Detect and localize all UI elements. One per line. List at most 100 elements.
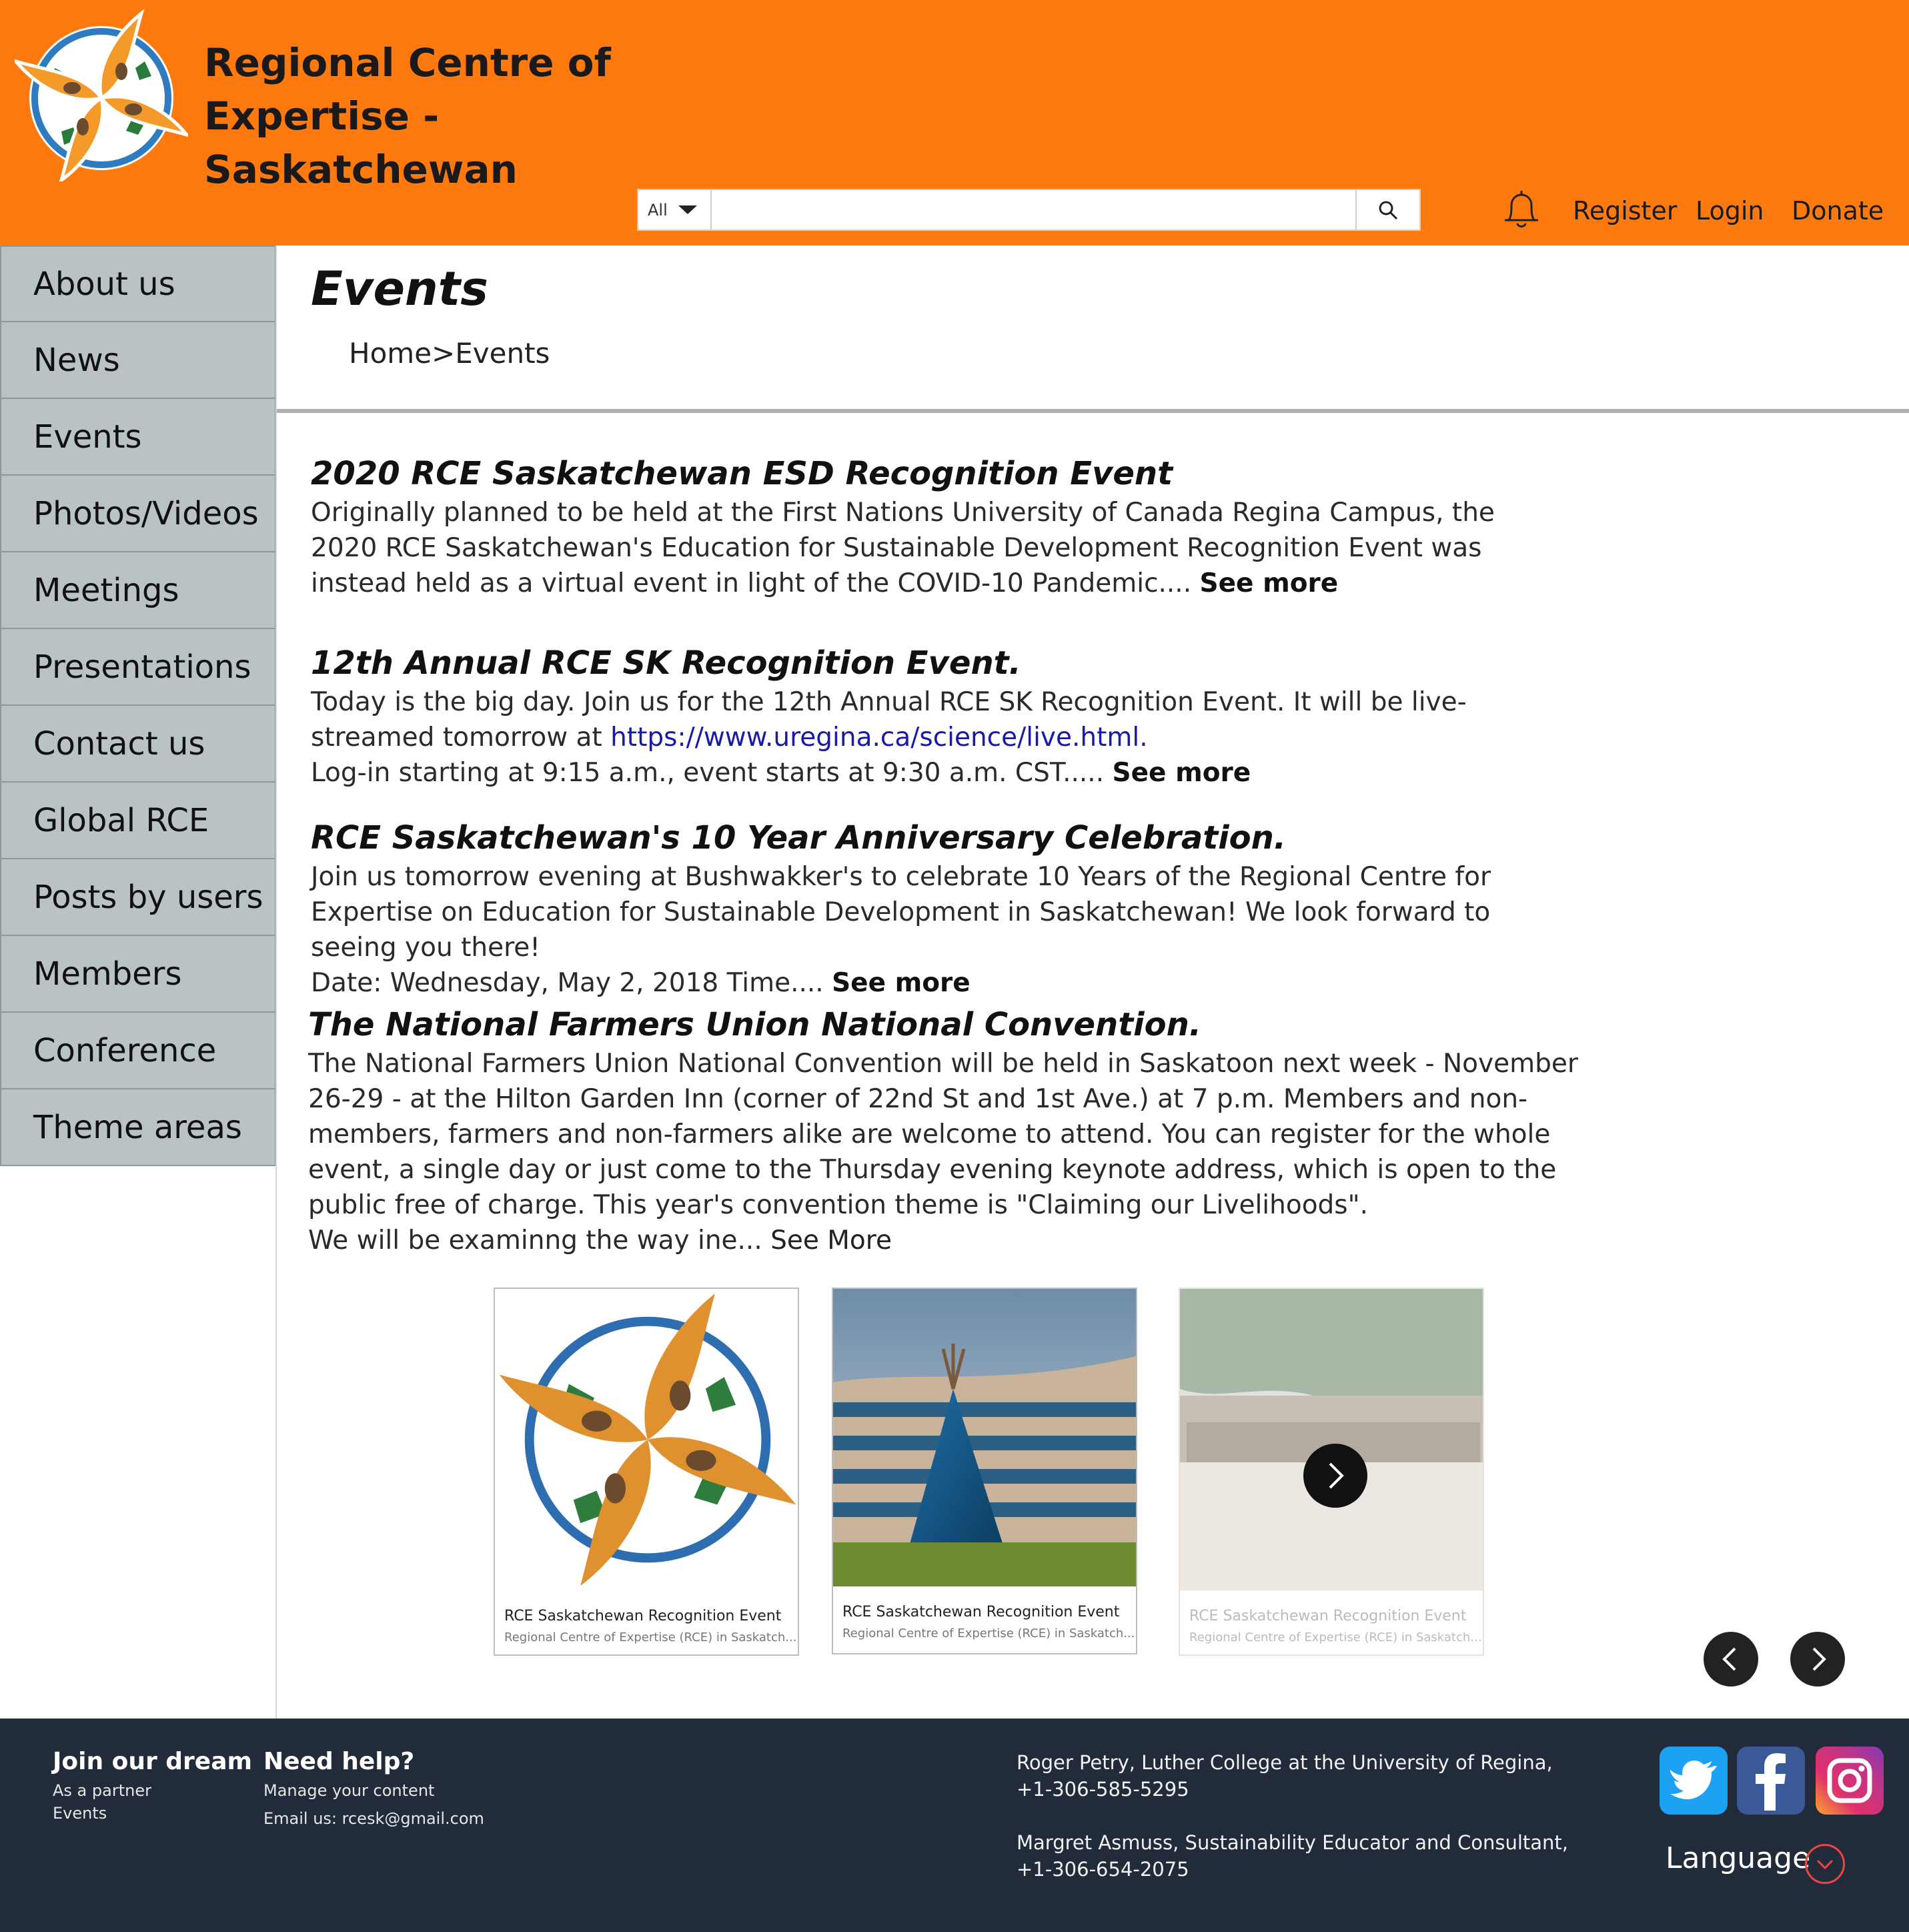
sidebar-item-label: Theme areas bbox=[33, 1108, 242, 1146]
sidebar-item-presentations[interactable]: Presentations bbox=[0, 629, 276, 706]
page-title: Events bbox=[311, 262, 488, 316]
event-body: Originally planned to be held at the Fir… bbox=[311, 495, 1545, 601]
site-title-line2: Saskatchewan bbox=[204, 147, 518, 192]
card-subtitle: Regional Centre of Expertise (RCE) in Sa… bbox=[842, 1626, 1135, 1640]
search-scope-dropdown[interactable]: All bbox=[638, 190, 712, 229]
card-thumbnail bbox=[495, 1289, 798, 1590]
sidebar-item-about-us[interactable]: About us bbox=[0, 246, 276, 322]
footer-link-manage-content[interactable]: Manage your content bbox=[263, 1781, 434, 1800]
breadcrumb-current: Events bbox=[455, 337, 550, 370]
event-body: Log-in starting at 9:15 a.m., event star… bbox=[311, 755, 1545, 791]
chevron-right-icon bbox=[1812, 1647, 1826, 1671]
language-label[interactable]: Language bbox=[1666, 1841, 1810, 1875]
sidebar-item-news[interactable]: News bbox=[0, 322, 276, 399]
event-title[interactable]: 12th Annual RCE SK Recognition Event. bbox=[311, 642, 1545, 684]
event-item: RCE Saskatchewan's 10 Year Anniversary C… bbox=[311, 817, 1545, 1001]
twitter-icon bbox=[1670, 1761, 1717, 1799]
sidebar-item-label: Conference bbox=[33, 1031, 217, 1069]
bell-icon[interactable] bbox=[1502, 189, 1541, 231]
twitter-link[interactable] bbox=[1660, 1747, 1728, 1815]
caret-down-icon bbox=[678, 205, 697, 214]
sidebar-item-members[interactable]: Members bbox=[0, 936, 276, 1013]
contact-name: Roger Petry, Luther College at the Unive… bbox=[1017, 1751, 1553, 1774]
sidebar-item-label: Members bbox=[33, 955, 182, 993]
site-header: Regional Centre of Expertise - Saskatche… bbox=[0, 0, 1909, 246]
sidebar-item-global-rce[interactable]: Global RCE bbox=[0, 783, 276, 859]
search-bar: All bbox=[637, 189, 1421, 231]
footer-join-heading: Join our dream bbox=[53, 1748, 253, 1775]
instagram-link[interactable] bbox=[1816, 1747, 1884, 1815]
facebook-icon bbox=[1756, 1753, 1786, 1811]
play-button[interactable] bbox=[1303, 1444, 1367, 1508]
sidebar-item-photos-videos[interactable]: Photos/Videos bbox=[0, 476, 276, 552]
building-photo bbox=[833, 1289, 1136, 1586]
sidebar-item-label: Global RCE bbox=[33, 801, 209, 839]
event-title[interactable]: RCE Saskatchewan's 10 Year Anniversary C… bbox=[311, 817, 1545, 859]
card-subtitle: Regional Centre of Expertise (RCE) in Sa… bbox=[504, 1630, 797, 1644]
event-body: Today is the big day. Join us for the 12… bbox=[311, 684, 1545, 755]
sidebar-item-posts-by-users[interactable]: Posts by users bbox=[0, 859, 276, 936]
chevron-right-icon bbox=[1329, 1462, 1344, 1489]
event-body: We will be examinng the way ine... See M… bbox=[308, 1223, 1589, 1258]
search-button[interactable] bbox=[1355, 190, 1419, 229]
event-title[interactable]: 2020 RCE Saskatchewan ESD Recognition Ev… bbox=[311, 452, 1545, 495]
event-body: The National Farmers Union National Conv… bbox=[308, 1049, 1578, 1220]
sidebar-item-conference[interactable]: Conference bbox=[0, 1013, 276, 1089]
contact-phone: +1-306-585-5295 bbox=[1017, 1778, 1189, 1801]
livestream-link[interactable]: https://www.uregina.ca/science/live.html… bbox=[610, 722, 1148, 753]
instagram-icon bbox=[1827, 1758, 1872, 1803]
rce-logo-icon bbox=[499, 1293, 796, 1586]
see-more-link[interactable]: See more bbox=[1113, 758, 1251, 788]
media-card[interactable]: RCE Saskatchewan Recognition Event Regio… bbox=[1179, 1288, 1484, 1656]
sidebar-divider bbox=[275, 246, 277, 1719]
contact-phone: +1-306-654-2075 bbox=[1017, 1858, 1189, 1881]
carousel-next-button[interactable] bbox=[1790, 1632, 1845, 1686]
event-body: Date: Wednesday, May 2, 2018 Time.... Se… bbox=[311, 965, 1545, 1001]
sidebar-item-contact-us[interactable]: Contact us bbox=[0, 706, 276, 783]
footer-email-link[interactable]: Email us: rcesk@gmail.com bbox=[263, 1809, 484, 1828]
chevron-down-icon bbox=[1816, 1859, 1834, 1870]
see-more-link[interactable]: See more bbox=[832, 968, 971, 998]
event-item: 12th Annual RCE SK Recognition Event. To… bbox=[311, 642, 1545, 791]
language-dropdown[interactable] bbox=[1805, 1844, 1845, 1884]
sidebar-item-label: Events bbox=[33, 418, 142, 456]
sidebar-item-label: Posts by users bbox=[33, 878, 263, 916]
footer-link-events[interactable]: Events bbox=[53, 1804, 107, 1823]
register-link[interactable]: Register bbox=[1573, 196, 1677, 225]
sidebar-item-label: Contact us bbox=[33, 724, 205, 763]
footer-contact: Roger Petry, Luther College at the Unive… bbox=[1017, 1749, 1553, 1803]
see-more-link[interactable]: See More bbox=[770, 1226, 892, 1256]
search-input[interactable] bbox=[712, 190, 1355, 229]
event-title[interactable]: The National Farmers Union National Conv… bbox=[308, 1003, 1589, 1046]
sidebar-item-meetings[interactable]: Meetings bbox=[0, 552, 276, 629]
see-more-link[interactable]: See more bbox=[1200, 568, 1339, 598]
sidebar-item-label: Meetings bbox=[33, 571, 179, 609]
breadcrumb-home[interactable]: Home bbox=[349, 337, 432, 370]
card-title: RCE Saskatchewan Recognition Event bbox=[504, 1608, 782, 1624]
card-subtitle: Regional Centre of Expertise (RCE) in Sa… bbox=[1189, 1630, 1482, 1644]
card-title: RCE Saskatchewan Recognition Event bbox=[842, 1604, 1120, 1620]
search-icon bbox=[1379, 201, 1398, 219]
rce-logo-icon[interactable] bbox=[15, 8, 188, 181]
sidebar-item-events[interactable]: Events bbox=[0, 399, 276, 476]
login-link[interactable]: Login bbox=[1696, 196, 1764, 225]
chevron-left-icon bbox=[1722, 1647, 1736, 1671]
facebook-link[interactable] bbox=[1737, 1747, 1805, 1815]
card-thumbnail bbox=[833, 1289, 1136, 1586]
breadcrumb-separator: > bbox=[432, 337, 456, 370]
media-card[interactable]: RCE Saskatchewan Recognition Event Regio… bbox=[494, 1288, 799, 1656]
site-title-line1: Regional Centre of Expertise - bbox=[204, 40, 611, 139]
sidebar-item-label: Photos/Videos bbox=[33, 494, 259, 532]
contact-name: Margret Asmuss, Sustainability Educator … bbox=[1017, 1831, 1569, 1854]
group-photo bbox=[1180, 1289, 1483, 1590]
footer-help-heading: Need help? bbox=[263, 1748, 415, 1775]
donate-link[interactable]: Donate bbox=[1792, 196, 1884, 225]
footer-link-partner[interactable]: As a partner bbox=[53, 1781, 151, 1800]
event-body-text: Log-in starting at 9:15 a.m., event star… bbox=[311, 758, 1113, 788]
media-card[interactable]: RCE Saskatchewan Recognition Event Regio… bbox=[832, 1288, 1137, 1654]
title-divider bbox=[277, 409, 1909, 413]
sidebar-item-theme-areas[interactable]: Theme areas bbox=[0, 1089, 276, 1166]
event-body-text: We will be examinng the way ine... bbox=[308, 1226, 771, 1256]
footer-contact: Margret Asmuss, Sustainability Educator … bbox=[1017, 1829, 1568, 1883]
carousel-prev-button[interactable] bbox=[1704, 1632, 1758, 1686]
